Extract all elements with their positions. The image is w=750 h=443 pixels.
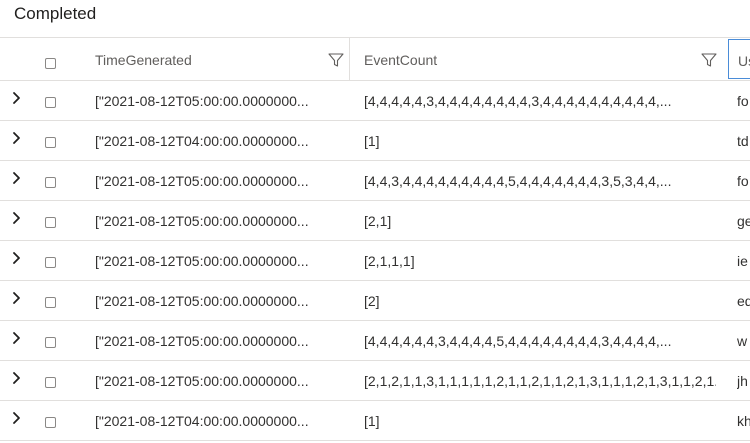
row-checkbox[interactable]	[45, 217, 56, 228]
cell-user: ge	[737, 213, 750, 229]
chevron-right-icon[interactable]	[10, 411, 24, 425]
cell-timegenerated: ["2021-08-12T05:00:00.0000000...	[95, 333, 309, 349]
cell-user: fo	[737, 173, 749, 189]
chevron-right-icon[interactable]	[10, 371, 24, 385]
row-checkbox[interactable]	[45, 97, 56, 108]
cell-timegenerated: ["2021-08-12T05:00:00.0000000...	[95, 293, 309, 309]
table-row[interactable]: ["2021-08-12T05:00:00.0000000... [4,4,4,4…	[0, 321, 750, 361]
row-checkbox[interactable]	[45, 257, 56, 268]
table-row[interactable]: ["2021-08-12T05:00:00.0000000... [2] ed	[0, 281, 750, 321]
row-checkbox[interactable]	[45, 377, 56, 388]
cell-eventcount: [2,1,2,1,1,3,1,1,1,1,1,2,1,1,2,1,1,2,1,3…	[364, 373, 716, 389]
filter-icon[interactable]	[328, 52, 344, 68]
table-row[interactable]: ["2021-08-12T04:00:00.0000000... [1] td	[0, 121, 750, 161]
cell-eventcount: [2,1]	[364, 213, 392, 229]
table-row[interactable]: ["2021-08-12T05:00:00.0000000... [2,1] ge	[0, 201, 750, 241]
cell-eventcount: [4,4,4,4,4,4,3,4,4,4,4,5,4,4,4,4,4,4,4,4…	[364, 333, 672, 349]
table-row[interactable]: ["2021-08-12T05:00:00.0000000... [4,4,4,4…	[0, 81, 750, 121]
chevron-right-icon[interactable]	[10, 251, 24, 265]
status-bar: Completed	[0, 0, 750, 36]
column-header-eventcount[interactable]: EventCount	[364, 52, 437, 68]
table-row[interactable]: ["2021-08-12T05:00:00.0000000... [2,1,1,1…	[0, 241, 750, 281]
cell-eventcount: [1]	[364, 413, 380, 429]
row-checkbox[interactable]	[45, 137, 56, 148]
row-checkbox[interactable]	[45, 177, 56, 188]
cell-timegenerated: ["2021-08-12T04:00:00.0000000...	[95, 133, 309, 149]
cell-user: jh	[737, 373, 748, 389]
chevron-right-icon[interactable]	[10, 331, 24, 345]
cell-user: td	[737, 133, 749, 149]
cell-eventcount: [2]	[364, 293, 380, 309]
table-row[interactable]: ["2021-08-12T05:00:00.0000000... [4,4,3,4…	[0, 161, 750, 201]
chevron-right-icon[interactable]	[10, 291, 24, 305]
cell-timegenerated: ["2021-08-12T05:00:00.0000000...	[95, 173, 309, 189]
cell-timegenerated: ["2021-08-12T05:00:00.0000000...	[95, 373, 309, 389]
cell-eventcount: [2,1,1,1]	[364, 253, 415, 269]
cell-eventcount: [1]	[364, 133, 380, 149]
cell-user: ed	[737, 293, 750, 309]
query-status: Completed	[14, 4, 97, 23]
row-checkbox[interactable]	[45, 417, 56, 428]
filter-icon[interactable]	[701, 52, 717, 68]
cell-eventcount: [4,4,3,4,4,4,4,4,4,4,4,4,5,4,4,4,4,4,4,4…	[364, 173, 672, 189]
cell-timegenerated: ["2021-08-12T05:00:00.0000000...	[95, 253, 309, 269]
cell-user: ie	[737, 253, 748, 269]
column-header-user[interactable]: Us	[738, 53, 750, 69]
chevron-right-icon[interactable]	[10, 131, 24, 145]
grid-header: TimeGenerated EventCount Us	[0, 37, 750, 81]
column-header-focused[interactable]: Us	[728, 39, 750, 79]
table-row[interactable]: ["2021-08-12T04:00:00.0000000... [1] kh	[0, 401, 750, 441]
chevron-right-icon[interactable]	[10, 211, 24, 225]
chevron-right-icon[interactable]	[10, 171, 24, 185]
cell-user: kh	[737, 413, 750, 429]
column-header-timegenerated[interactable]: TimeGenerated	[95, 52, 192, 68]
cell-eventcount: [4,4,4,4,4,3,4,4,4,4,4,4,4,4,3,4,4,4,4,4…	[364, 93, 672, 109]
results-grid: TimeGenerated EventCount Us ["2021-08-12…	[0, 37, 750, 443]
column-divider[interactable]	[349, 38, 350, 80]
row-checkbox[interactable]	[45, 337, 56, 348]
select-all-checkbox[interactable]	[45, 58, 56, 69]
cell-user: fo	[737, 93, 749, 109]
chevron-right-icon[interactable]	[10, 91, 24, 105]
cell-user: w	[737, 333, 748, 349]
cell-timegenerated: ["2021-08-12T04:00:00.0000000...	[95, 413, 309, 429]
cell-timegenerated: ["2021-08-12T05:00:00.0000000...	[95, 93, 309, 109]
table-row[interactable]: ["2021-08-12T05:00:00.0000000... [2,1,2,1…	[0, 361, 750, 401]
cell-timegenerated: ["2021-08-12T05:00:00.0000000...	[95, 213, 309, 229]
row-checkbox[interactable]	[45, 297, 56, 308]
